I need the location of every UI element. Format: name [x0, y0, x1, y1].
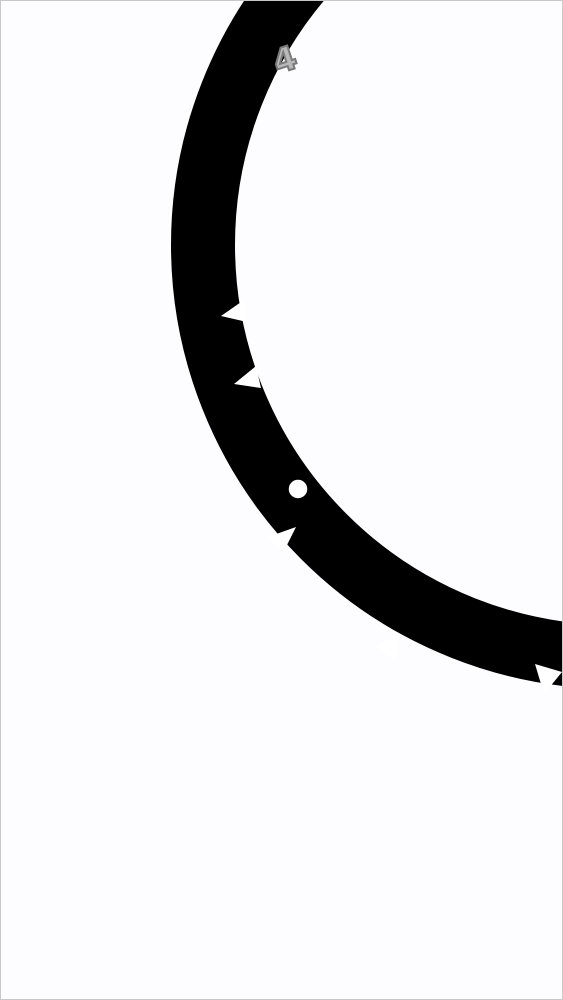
ring-track	[171, 0, 563, 686]
white-ball-icon	[287, 478, 309, 500]
spike-4	[374, 634, 399, 661]
game-canvas[interactable]	[0, 0, 563, 1000]
game-screen[interactable]: 4	[0, 0, 563, 1000]
